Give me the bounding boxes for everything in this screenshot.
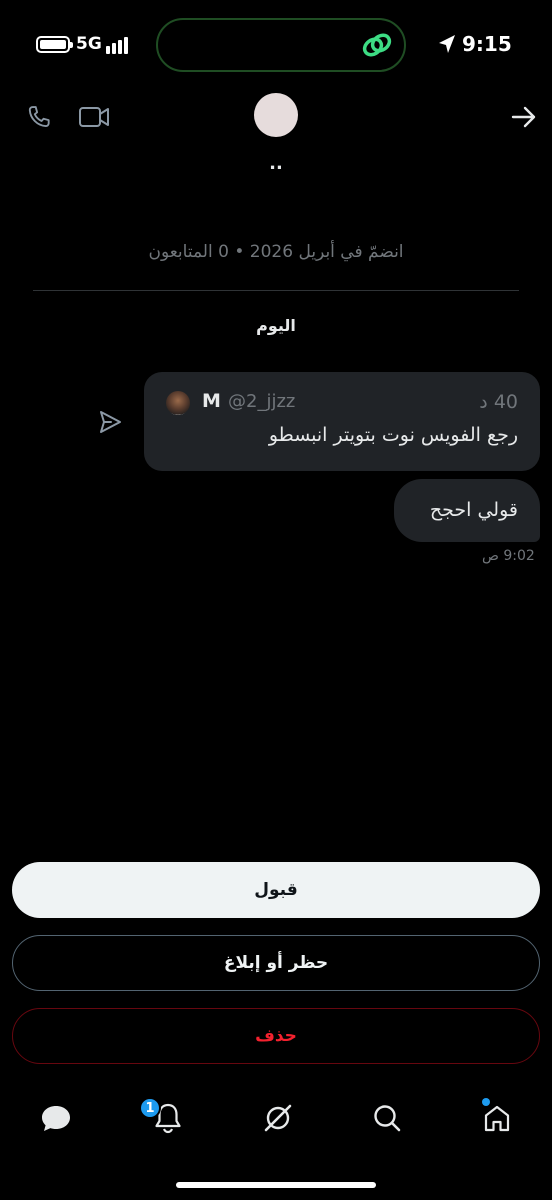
messages-icon [42,1106,70,1131]
day-label: اليوم [256,316,296,335]
nav-search[interactable] [367,1098,407,1138]
quote-author-name: M [202,390,221,412]
nav-grok[interactable] [258,1098,298,1138]
quoted-post-card[interactable]: M @2_jjzz 40 د رجع الفويس نوت بتويتر انب… [144,372,540,471]
grok-icon [264,1104,292,1132]
link-icon [362,33,392,57]
nav-messages[interactable] [36,1098,76,1138]
avatar[interactable] [254,93,298,137]
back-button[interactable] [506,100,542,134]
status-bar: 5G 9:15 [0,0,552,90]
quote-author-handle: @2_jjzz [228,391,296,412]
share-icon[interactable] [96,408,124,436]
back-arrow-icon [511,106,536,128]
network-type: 5G [76,34,102,54]
status-time: 9:15 [462,32,512,56]
phone-icon [28,106,50,128]
contact-name: .. [269,153,283,174]
message-time: 9:02 ص [482,548,535,564]
home-icon [484,1105,510,1132]
notification-badge: 1 [139,1097,161,1119]
quote-avatar [166,391,190,415]
conversation-header: .. [0,90,552,190]
location-arrow-icon [439,35,455,53]
home-unread-dot [482,1098,490,1106]
message-text: قولي احجح [429,499,518,521]
video-icon [79,107,109,127]
call-button[interactable] [22,100,56,134]
battery-icon [36,36,73,53]
message-bubble[interactable]: قولي احجح [394,479,540,542]
divider [33,290,519,291]
quote-time: 40 د [479,391,518,413]
video-call-button[interactable] [76,100,112,134]
search-icon [374,1105,401,1132]
quote-text: رجع الفويس نوت بتويتر انبسطو [268,424,518,446]
accept-button[interactable]: قبول [12,862,540,918]
signal-icon [106,36,132,54]
home-indicator[interactable] [176,1182,376,1188]
joined-info: انضمّ في أبريل 2026 • 0 المتابعون [148,242,404,262]
dynamic-island [156,18,406,72]
block-or-report-button[interactable]: حظر أو إبلاغ [12,935,540,991]
bottom-nav [0,1090,552,1150]
delete-button[interactable]: حذف [12,1008,540,1064]
